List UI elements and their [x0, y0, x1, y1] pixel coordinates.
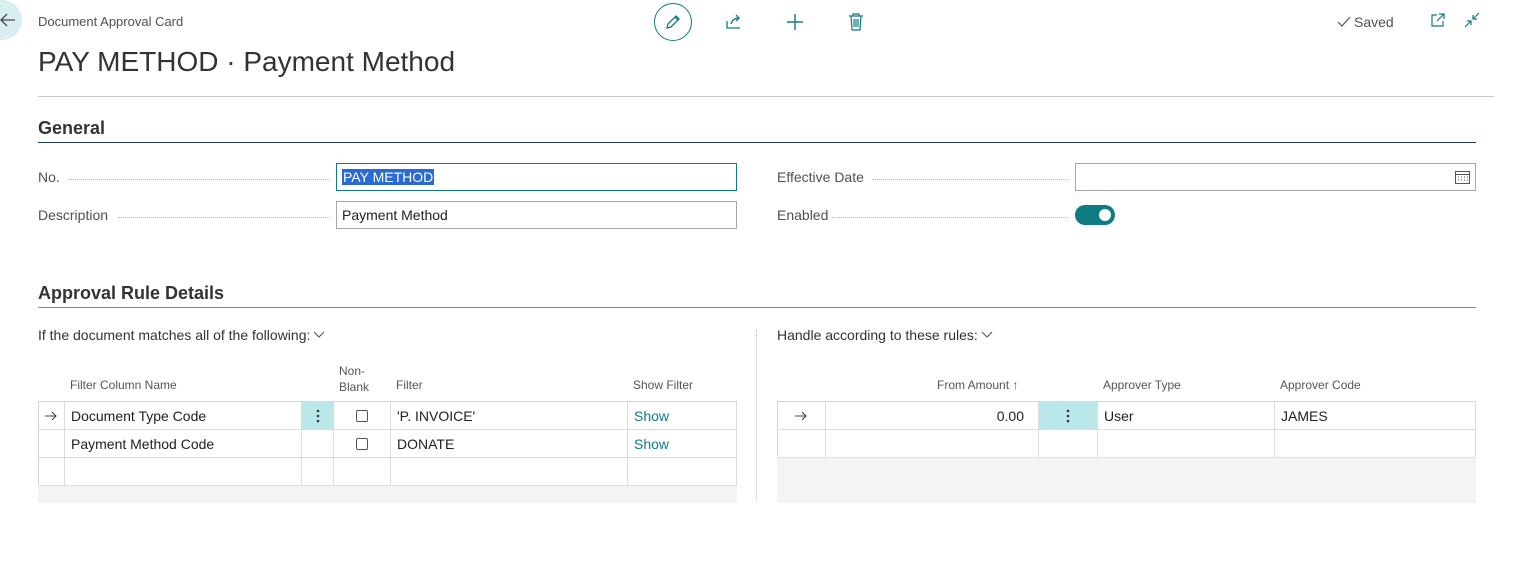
- row-actions-button[interactable]: [302, 402, 334, 430]
- row-actions-slot: [1039, 430, 1098, 458]
- share-icon: [726, 14, 740, 29]
- effective-date-field[interactable]: [1075, 163, 1476, 191]
- calendar-icon[interactable]: [1455, 170, 1470, 184]
- row-indicator[interactable]: [38, 402, 65, 430]
- from-amount-cell[interactable]: [826, 430, 1039, 458]
- description-field[interactable]: Payment Method: [336, 201, 737, 229]
- header-from-amount[interactable]: From Amount ↑: [937, 378, 1018, 393]
- general-section-rule: [38, 142, 1476, 143]
- more-options-icon: [316, 409, 319, 422]
- rules-caption[interactable]: Handle according to these rules:: [777, 327, 993, 343]
- row-indicator[interactable]: [777, 402, 826, 430]
- header-filter-column-name[interactable]: Filter Column Name: [70, 378, 177, 393]
- checkmark-icon: [1337, 16, 1351, 27]
- approver-code-cell[interactable]: [1275, 430, 1476, 458]
- non-blank-checkbox[interactable]: [356, 437, 368, 450]
- non-blank-cell: [334, 402, 391, 430]
- non-blank-cell: [334, 430, 391, 458]
- back-arrow-icon: [0, 13, 15, 27]
- action-bar: [654, 3, 898, 41]
- show-filter-cell[interactable]: [628, 458, 737, 486]
- page-title: PAY METHOD · Payment Method: [38, 46, 456, 77]
- arrow-right-icon: [795, 411, 807, 420]
- approval-section-rule: [38, 307, 1476, 308]
- sort-ascending-icon: ↑: [1012, 378, 1019, 392]
- conditions-caption[interactable]: If the document matches all of the follo…: [38, 327, 325, 343]
- no-value: PAY METHOD: [342, 169, 435, 185]
- back-button[interactable]: [0, 0, 22, 40]
- general-section-title: General: [38, 118, 106, 138]
- enabled-label: Enabled: [777, 207, 829, 223]
- collapse-icon: [1464, 12, 1480, 28]
- open-new-window-icon: [1431, 13, 1445, 27]
- row-indicator[interactable]: [38, 458, 65, 486]
- header-approver-type[interactable]: Approver Type: [1103, 378, 1181, 393]
- filter-cell[interactable]: 'P. INVOICE': [391, 402, 628, 430]
- non-blank-cell[interactable]: [334, 458, 391, 486]
- open-new-window-button[interactable]: [1430, 12, 1446, 31]
- new-button[interactable]: [776, 3, 814, 41]
- non-blank-checkbox[interactable]: [356, 409, 368, 422]
- header-filter[interactable]: Filter: [396, 378, 423, 393]
- subpage-divider: [756, 330, 757, 500]
- filter-cell[interactable]: [391, 458, 628, 486]
- chevron-down-icon: [981, 331, 993, 338]
- header-non-blank-line1[interactable]: Non-: [339, 364, 365, 379]
- conditions-caption-label: If the document matches all of the follo…: [38, 327, 311, 343]
- row-indicator[interactable]: [777, 430, 826, 458]
- from-amount-cell[interactable]: 0.00: [826, 402, 1039, 430]
- no-leader-dots: [68, 179, 330, 180]
- enabled-toggle[interactable]: [1075, 205, 1115, 225]
- share-button[interactable]: [715, 3, 753, 41]
- conditions-grid-footer: [38, 486, 737, 503]
- approval-section-title: Approval Rule Details: [38, 283, 225, 303]
- filter-cell[interactable]: DONATE: [391, 430, 628, 458]
- toggle-knob: [1099, 209, 1111, 221]
- description-label: Description: [38, 207, 109, 223]
- condition-name-cell[interactable]: Document Type Code: [65, 402, 302, 430]
- rules-caption-label: Handle according to these rules:: [777, 327, 978, 343]
- edit-button[interactable]: [654, 3, 692, 41]
- enabled-leader-dots: [832, 217, 1068, 218]
- arrow-right-icon: [45, 411, 57, 420]
- chevron-down-icon: [313, 331, 325, 338]
- more-options-icon: [1066, 409, 1070, 422]
- header-non-blank-line2[interactable]: Blank: [339, 380, 369, 395]
- row-actions-slot: [302, 430, 334, 458]
- rules-grid-footer: [777, 458, 1476, 503]
- saved-status: Saved: [1337, 14, 1394, 30]
- no-field[interactable]: PAY METHOD: [336, 163, 737, 191]
- delete-button[interactable]: [837, 3, 875, 41]
- approver-type-cell[interactable]: User: [1098, 402, 1275, 430]
- window-controls: [1430, 12, 1480, 31]
- saved-label: Saved: [1354, 14, 1394, 30]
- approver-type-cell[interactable]: [1098, 430, 1275, 458]
- row-actions-slot: [302, 458, 334, 486]
- effective-date-leader-dots: [872, 179, 1068, 180]
- header-approver-code[interactable]: Approver Code: [1280, 378, 1361, 393]
- new-icon: [787, 14, 803, 30]
- header-show-filter[interactable]: Show Filter: [633, 378, 693, 393]
- row-indicator[interactable]: [38, 430, 65, 458]
- show-filter-link[interactable]: Show: [628, 430, 737, 458]
- condition-name-cell[interactable]: [65, 458, 302, 486]
- effective-date-label: Effective Date: [777, 169, 864, 185]
- page-caption: Document Approval Card: [38, 14, 184, 29]
- description-value: Payment Method: [342, 207, 448, 223]
- collapse-button[interactable]: [1464, 12, 1480, 31]
- delete-icon: [849, 13, 863, 31]
- header-divider: [38, 96, 1494, 97]
- row-actions-button[interactable]: [1039, 402, 1098, 430]
- edit-icon: [666, 15, 680, 29]
- condition-name-cell[interactable]: Payment Method Code: [65, 430, 302, 458]
- show-filter-link[interactable]: Show: [628, 402, 737, 430]
- no-label: No.: [38, 169, 60, 185]
- approver-code-cell[interactable]: JAMES: [1275, 402, 1476, 430]
- description-leader-dots: [118, 217, 330, 218]
- from-amount-label: From Amount: [937, 378, 1010, 392]
